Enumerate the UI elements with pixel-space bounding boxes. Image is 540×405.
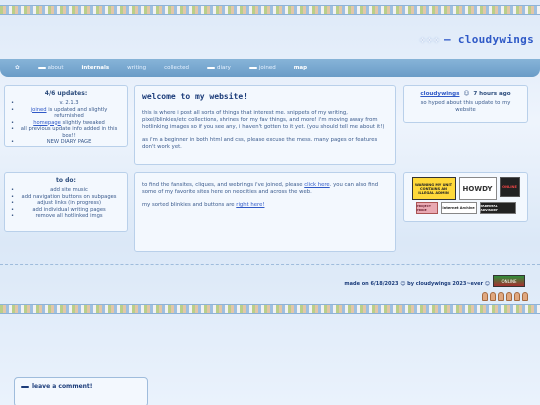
buttons-box: WARNING MY UNIT CONTAINS AN ILLEGAL ADMI…: [403, 172, 528, 222]
welcome-paragraph-2: as i'm a beginner in both html and css, …: [142, 137, 378, 150]
update-text: v. 2.1.3: [59, 100, 79, 106]
links-paragraph-1: to find the fansites, cliques, and webri…: [142, 182, 379, 195]
nav-item-writing[interactable]: writing: [118, 65, 155, 71]
nav-item-label: collected: [164, 65, 189, 71]
site-title: ✧✧✧ — cloudywings: [419, 33, 534, 46]
updates-list: • v. 2.1.3 • joined is updated and slightl…: [11, 100, 121, 146]
update-link-homepage[interactable]: homepage: [33, 120, 61, 126]
site-title-prefix: —: [443, 33, 458, 46]
nav-item-diary[interactable]: diary: [198, 65, 240, 71]
smiley-icon: ☺: [463, 91, 470, 97]
nav-item-label: writing: [127, 65, 147, 71]
nav-item-internals[interactable]: internals: [72, 65, 118, 71]
nav-item-collected[interactable]: collected: [155, 65, 198, 71]
figure-icon: [482, 292, 488, 301]
updates-box[interactable]: 4/6 updates: • v. 2.1.3 • joined is update…: [4, 85, 128, 147]
figure-icon: [522, 292, 528, 301]
decorative-stripe-bottom: [0, 304, 540, 314]
nav-item-label: diary: [217, 65, 231, 71]
update-text: is updated and slightly refurnished: [48, 106, 108, 120]
warning-button[interactable]: WARNING MY UNIT CONTAINS AN ILLEGAL ADMI…: [411, 177, 456, 200]
footer-badge[interactable]: ONLINE: [493, 275, 525, 287]
figure-icon: [506, 292, 512, 301]
footer-text: made on 6/18/2023 ☺ by cloudywings 2023~…: [344, 281, 490, 287]
list-item: • remove all hotlinked imgs: [11, 213, 103, 219]
comment-title: leave a comment!: [21, 383, 141, 390]
dash-icon: [37, 67, 46, 69]
nav-item-label: about: [47, 65, 64, 71]
nav-item-label: internals: [81, 65, 110, 71]
update-text: NEW DIARY PAGE: [46, 139, 92, 145]
links-box: to find the fansites, cliques, and webri…: [134, 172, 396, 252]
nav-home-icon[interactable]: ✿: [6, 65, 29, 71]
online-button[interactable]: ONLINE: [499, 177, 520, 197]
site-title-text: cloudywings: [457, 33, 534, 46]
main-nav: ✿ about internals writing collected diar…: [0, 59, 540, 77]
updates-title: 4/6 updates:: [44, 90, 88, 97]
update-text: all previous update info added in this b…: [20, 126, 118, 139]
status-message: so hyped about this update to my website: [420, 100, 511, 113]
status-box: cloudywings ☺ 7 hours ago so hyped about…: [403, 85, 528, 123]
parental-advisory-button[interactable]: PARENTAL ADVISORY: [479, 202, 516, 214]
update-link-joined[interactable]: joined: [31, 107, 47, 113]
sparkle-icon: ✧✧✧: [419, 33, 440, 46]
welcome-title: welcome to my website!: [142, 92, 248, 101]
todo-list: • add site music • add navigation buttons …: [11, 187, 121, 220]
dash-icon: [248, 67, 257, 69]
comment-box[interactable]: leave a comment!: [14, 377, 148, 405]
figure-icon: [490, 292, 496, 301]
nav-item-map[interactable]: map: [285, 65, 316, 71]
decorative-stripe-top: [0, 5, 540, 15]
internet-archive-button[interactable]: Internet Archive: [440, 202, 477, 214]
list-item: • all previous update info added in this …: [11, 126, 118, 139]
nav-item-joined[interactable]: joined: [240, 65, 285, 71]
footer-figures: [482, 292, 528, 301]
welcome-box: welcome to my website! this is where i p…: [134, 85, 396, 165]
dash-icon: [207, 67, 215, 69]
status-header: cloudywings ☺ 7 hours ago: [410, 91, 521, 97]
todo-title: to do:: [56, 177, 76, 184]
figure-icon: [498, 292, 504, 301]
dash-icon: [21, 385, 29, 388]
list-item: • NEW DIARY PAGE: [11, 139, 92, 145]
nav-item-label: map: [293, 65, 308, 71]
status-timestamp: 7 hours ago: [473, 91, 511, 97]
status-username[interactable]: cloudywings: [420, 91, 459, 97]
figure-icon: [514, 292, 520, 301]
right-here-link[interactable]: right here!: [236, 202, 264, 208]
update-text: slightly tweaked: [62, 119, 105, 126]
howdy-button[interactable]: HOWDY: [458, 177, 497, 200]
welcome-paragraph-1: this is where i post all sorts of things…: [142, 110, 385, 130]
footer-divider: [0, 264, 540, 265]
list-item: • joined is updated and slightly refurnis…: [11, 106, 108, 120]
nav-item-label: joined: [258, 65, 276, 71]
click-here-link[interactable]: click here: [304, 182, 329, 188]
todo-box: to do: • add site music • add navigation b…: [4, 172, 128, 232]
nav-item-about[interactable]: about: [29, 65, 73, 71]
project-pride-button[interactable]: PROJECT PRIDE: [415, 202, 438, 214]
links-paragraph-2: my sorted blinkies and buttons are right…: [142, 202, 265, 208]
